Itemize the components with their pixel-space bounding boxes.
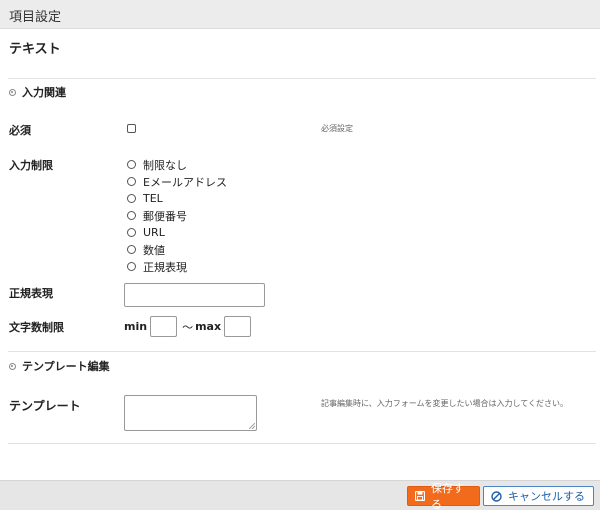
section-template: テンプレート編集 [9,358,110,374]
radio-option-email[interactable]: Eメールアドレス [127,173,227,190]
radio-option-label: URL [143,226,165,239]
radio-option-label: 数値 [143,243,165,257]
max-input[interactable] [224,316,252,337]
save-button[interactable]: 保存する [407,482,480,510]
radio-option-label: 郵便番号 [143,209,187,223]
required-label: 必須 [9,124,31,137]
divider [8,443,596,444]
regex-label: 正規表現 [9,287,53,300]
divider [8,351,596,352]
radio-option-label: TEL [143,192,163,205]
save-button-label: 保存する [431,482,464,510]
radio-button[interactable] [127,262,136,271]
section-bullet-icon [9,88,16,96]
section-bullet-icon [9,362,16,370]
radio-option-tel[interactable]: TEL [127,190,227,207]
length-range: min 〜 max [124,316,254,337]
dialog-title: 項目設定 [9,10,62,25]
restriction-radio-group: 制限なし Eメールアドレス TEL 郵便番号 URL 数値 正規表現 [127,156,227,275]
radio-option-regex[interactable]: 正規表現 [127,258,227,275]
divider [8,78,596,79]
radio-option-label: Eメールアドレス [143,175,227,189]
min-label: min [124,320,148,333]
template-label: テンプレート [9,399,81,413]
radio-option-label: 制限なし [143,158,187,172]
restriction-label: 入力制限 [9,159,53,172]
radio-option-number[interactable]: 数値 [127,241,227,258]
prohibited-circle-icon [491,490,502,502]
cancel-button[interactable]: キャンセルする [483,486,594,506]
required-checkbox[interactable] [127,124,136,133]
min-input[interactable] [150,316,178,337]
section-input: 入力関連 [9,84,66,100]
range-separator: 〜 [182,320,194,334]
floppy-disk-icon [415,491,425,501]
length-limit-label: 文字数制限 [9,321,64,334]
radio-button[interactable] [127,194,136,203]
template-textarea[interactable] [124,395,257,431]
regex-input[interactable] [124,283,265,307]
template-note: 記事編集時に、入力フォームを変更したい場合は入力してください。 [321,399,569,408]
dialog-header: 項目設定 [0,0,600,29]
radio-option-label: 正規表現 [143,260,187,274]
field-type-heading: テキスト [9,42,61,57]
radio-button[interactable] [127,228,136,237]
cancel-button-label: キャンセルする [508,490,585,503]
radio-button[interactable] [127,211,136,220]
section-input-label: 入力関連 [22,86,66,99]
max-label: max [195,320,222,333]
section-template-label: テンプレート編集 [22,360,110,373]
radio-button[interactable] [127,245,136,254]
radio-button[interactable] [127,160,136,169]
required-note: 必須設定 [321,124,353,133]
radio-option-postal[interactable]: 郵便番号 [127,207,227,224]
radio-option-url[interactable]: URL [127,224,227,241]
radio-option-none[interactable]: 制限なし [127,156,227,173]
radio-button[interactable] [127,177,136,186]
resize-grip-icon[interactable] [249,423,255,429]
